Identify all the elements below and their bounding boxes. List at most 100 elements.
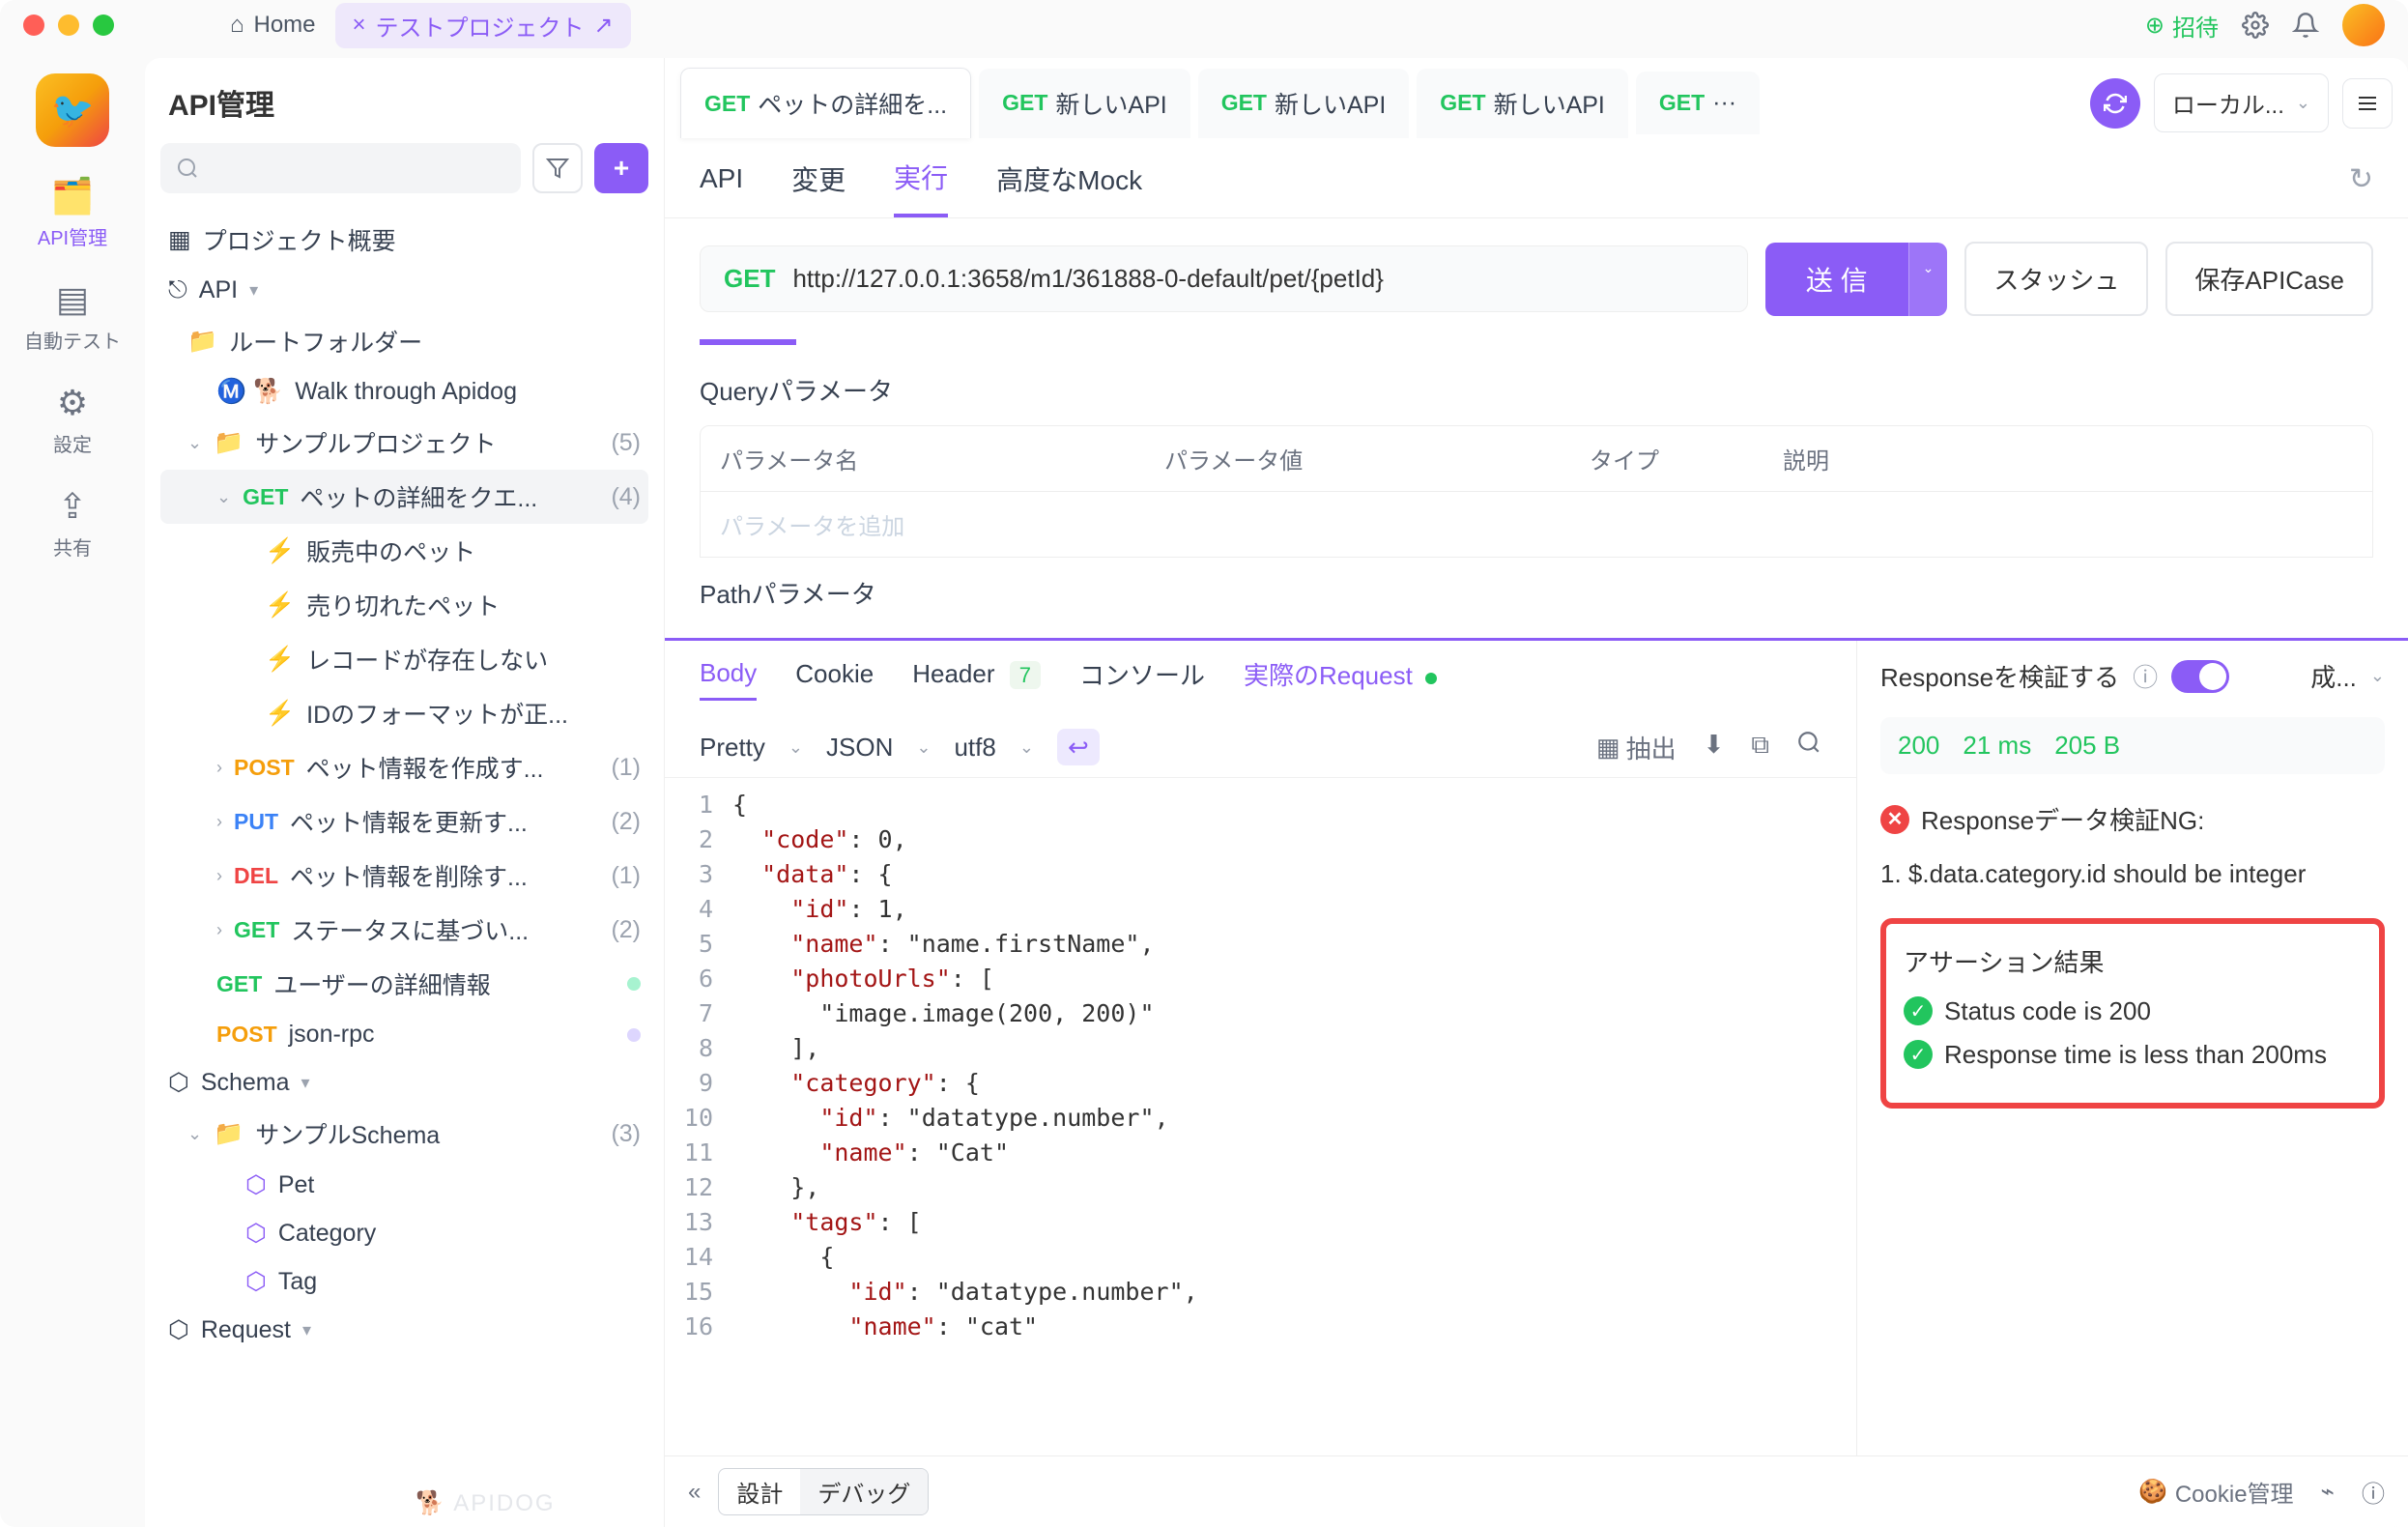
send-dropdown[interactable]: ⌄ [1908, 243, 1948, 316]
param-add-row[interactable]: パラメータを追加 [700, 492, 2373, 558]
resp-tab-header[interactable]: Header 7 [912, 659, 1041, 699]
format-encoding[interactable]: utf8 [954, 733, 995, 763]
validate-toggle[interactable] [2171, 660, 2229, 693]
home-link[interactable]: ⌂ Home [230, 12, 316, 39]
refresh-button[interactable] [2090, 78, 2140, 129]
user-avatar[interactable] [2342, 4, 2385, 46]
editor-tab-more[interactable]: GET ··· [1636, 72, 1760, 134]
format-pretty[interactable]: Pretty [700, 733, 765, 763]
save-case-button[interactable]: 保存APICase [2165, 242, 2373, 316]
tree-schema-pet[interactable]: ⬡ Pet [160, 1161, 648, 1209]
tree-schema-category[interactable]: ⬡ Category [160, 1209, 648, 1257]
response-tab-bar: Body Cookie Header 7 コンソール 実際のRequest [665, 641, 1856, 717]
chevron-down-icon[interactable]: ⌄ [788, 737, 803, 758]
chevron-right-icon[interactable]: › [216, 866, 222, 886]
extract-button[interactable]: ▦ 抽出 [1596, 730, 1677, 765]
chevron-right-icon[interactable]: › [216, 758, 222, 778]
tree-case-onsale[interactable]: ⚡ 販売中のペット [160, 524, 648, 578]
tree-root-folder[interactable]: 📁 ルートフォルダー [160, 314, 648, 368]
format-json[interactable]: JSON [826, 733, 893, 763]
tree-delete-pet[interactable]: › DEL ペット情報を削除す... (1) [160, 849, 648, 903]
stash-button[interactable]: スタッシュ [1964, 242, 2148, 316]
mode-debug[interactable]: デバッグ [800, 1469, 928, 1514]
invite-button[interactable]: ⊕ 招待 [2145, 9, 2219, 43]
cookie-management-link[interactable]: 🍪 Cookie管理 [2138, 1475, 2294, 1509]
resp-tab-cookie[interactable]: Cookie [795, 659, 874, 699]
chevron-down-icon[interactable]: ⌄ [2370, 666, 2385, 686]
tree-jsonrpc[interactable]: POST json-rpc [160, 1011, 648, 1058]
tree-create-pet[interactable]: › POST ペット情報を作成す... (1) [160, 740, 648, 794]
resp-tab-actual-request[interactable]: 実際のRequest [1244, 656, 1437, 702]
editor-tab-2[interactable]: GET 新しいAPI [979, 69, 1190, 138]
tree-schema-tag[interactable]: ⬡ Tag [160, 1257, 648, 1306]
tree-sample-project[interactable]: ⌄ 📁 サンプルプロジェクト (5) [160, 416, 648, 470]
chevron-down-icon[interactable]: ⌄ [187, 1124, 202, 1144]
chevron-right-icon[interactable]: › [216, 812, 222, 832]
collapse-icon[interactable]: « [688, 1479, 701, 1506]
history-button[interactable]: ↻ [2349, 162, 2373, 214]
nav-api-management[interactable]: 🗂️ API管理 [38, 176, 107, 250]
close-tab-icon[interactable]: × [353, 12, 366, 39]
chevron-right-icon[interactable]: › [216, 920, 222, 940]
nav-auto-test[interactable]: ▤ 自動テスト [24, 279, 121, 354]
search-response-icon[interactable] [1796, 730, 1821, 765]
case-label: IDのフォーマットが正... [306, 696, 568, 731]
app-logo[interactable]: 🐦 [36, 73, 109, 147]
project-overview[interactable]: ▦ プロジェクト概要 [160, 213, 648, 267]
tree-update-pet[interactable]: › PUT ペット情報を更新す... (2) [160, 794, 648, 849]
tree-user-detail[interactable]: GET ユーザーの詳細情報 [160, 957, 648, 1011]
resp-tab-console[interactable]: コンソール [1079, 656, 1205, 702]
validate-title: Responseを検証する [1880, 658, 2119, 694]
tree-walkthrough[interactable]: Ⓜ️ 🐕 Walk through Apidog [160, 368, 648, 416]
chevron-down-icon[interactable]: ⌄ [216, 487, 231, 507]
schema-root[interactable]: ⬡ Schema ▾ [160, 1058, 648, 1107]
subtab-run[interactable]: 実行 [894, 158, 948, 217]
gear-icon[interactable] [2242, 12, 2269, 39]
tree-case-idformat[interactable]: ⚡ IDのフォーマットが正... [160, 686, 648, 740]
filter-button[interactable] [532, 143, 583, 193]
tree-sample-schema[interactable]: ⌄ 📁 サンプルSchema (3) [160, 1107, 648, 1161]
request-icon: ⬡ [168, 1315, 189, 1344]
tree-case-notexist[interactable]: ⚡ レコードが存在しない [160, 632, 648, 686]
mode-toggle[interactable]: 設計 デバッグ [718, 1468, 929, 1515]
environment-select[interactable]: ローカル... ⌄ [2154, 73, 2329, 132]
request-root[interactable]: ⬡ Request ▾ [160, 1306, 648, 1354]
editor-tab-3[interactable]: GET 新しいAPI [1198, 69, 1410, 138]
tree-case-soldout[interactable]: ⚡ 売り切れたペット [160, 578, 648, 632]
bell-icon[interactable] [2292, 12, 2319, 39]
chevron-down-icon[interactable]: ⌄ [1019, 737, 1034, 758]
ng-detail: 1. $.data.category.id should be integer [1880, 854, 2385, 895]
chevron-down-icon[interactable]: ⌄ [916, 737, 931, 758]
download-icon[interactable]: ⬇ [1704, 730, 1725, 765]
minimize-window-button[interactable] [58, 14, 79, 36]
external-link-icon[interactable]: ↗ [594, 12, 614, 40]
search-input[interactable] [160, 143, 521, 193]
tree-status-pet[interactable]: › GET ステータスに基づい... (2) [160, 903, 648, 957]
wrap-button[interactable]: ↩ [1057, 729, 1100, 765]
subtab-change[interactable]: 変更 [791, 159, 846, 216]
maximize-window-button[interactable] [93, 14, 114, 36]
response-body[interactable]: 1{2 "code": 0,3 "data": {4 "id": 1,5 "na… [665, 777, 1856, 1455]
url-input[interactable]: GET http://127.0.0.1:3658/m1/361888-0-de… [700, 245, 1748, 312]
code-gen-icon[interactable]: ⌁ [2321, 1478, 2335, 1506]
editor-tab-4[interactable]: GET 新しいAPI [1417, 69, 1628, 138]
close-window-button[interactable] [23, 14, 44, 36]
resp-tab-body[interactable]: Body [700, 658, 757, 701]
tree-pet-detail[interactable]: ⌄ GET ペットの詳細をクエ... (4) [160, 470, 648, 524]
api-root[interactable]: ⎋ API ▾ [160, 267, 648, 314]
help-icon[interactable]: ⓘ [2133, 658, 2158, 694]
subtab-api[interactable]: API [700, 163, 743, 212]
subtab-mock[interactable]: 高度なMock [996, 159, 1142, 216]
copy-icon[interactable]: ⧉ [1751, 730, 1769, 765]
chevron-down-icon[interactable]: ⌄ [187, 433, 202, 453]
help-icon[interactable]: ⓘ [2362, 1475, 2385, 1509]
nav-settings[interactable]: ⚙ 設定 [53, 383, 92, 457]
send-button[interactable]: 送 信 [1765, 243, 1908, 316]
add-button[interactable]: + [594, 143, 648, 193]
success-dropdown[interactable]: 成... [2310, 658, 2357, 694]
editor-tab-1[interactable]: GET ペットの詳細を... [680, 68, 971, 138]
menu-button[interactable] [2342, 78, 2393, 129]
mode-design[interactable]: 設計 [719, 1469, 800, 1514]
project-tab[interactable]: × テストプロジェクト ↗ [335, 3, 631, 48]
nav-share[interactable]: ⇪ 共有 [53, 486, 92, 561]
